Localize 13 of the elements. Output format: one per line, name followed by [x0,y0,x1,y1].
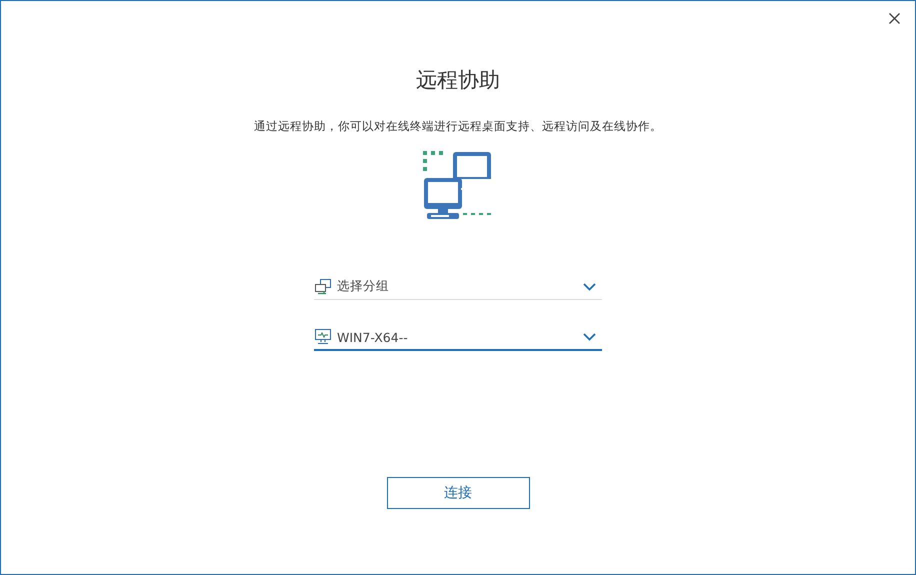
remote-computers-drawing [423,151,493,219]
network-group-icon [315,278,331,294]
dropdown-field[interactable]: 选择分组 [314,274,602,300]
monitor-icon [315,329,331,345]
dropdown-value: WIN7-X64-- [337,330,409,344]
chevron-down-icon [583,333,596,341]
chevron-down-icon [583,282,596,290]
description-text: 通过远程协助，你可以对在线终端进行远程桌面支持、远程访问及在线协作。 [254,118,662,134]
dialog-title: 远程协助 [416,67,500,94]
close-icon [888,12,900,24]
dropdown-value: 选择分组 [337,278,390,295]
dropdown-field[interactable]: WIN7-X64-- [314,325,602,351]
connect-button[interactable]: 连接 [386,477,530,509]
